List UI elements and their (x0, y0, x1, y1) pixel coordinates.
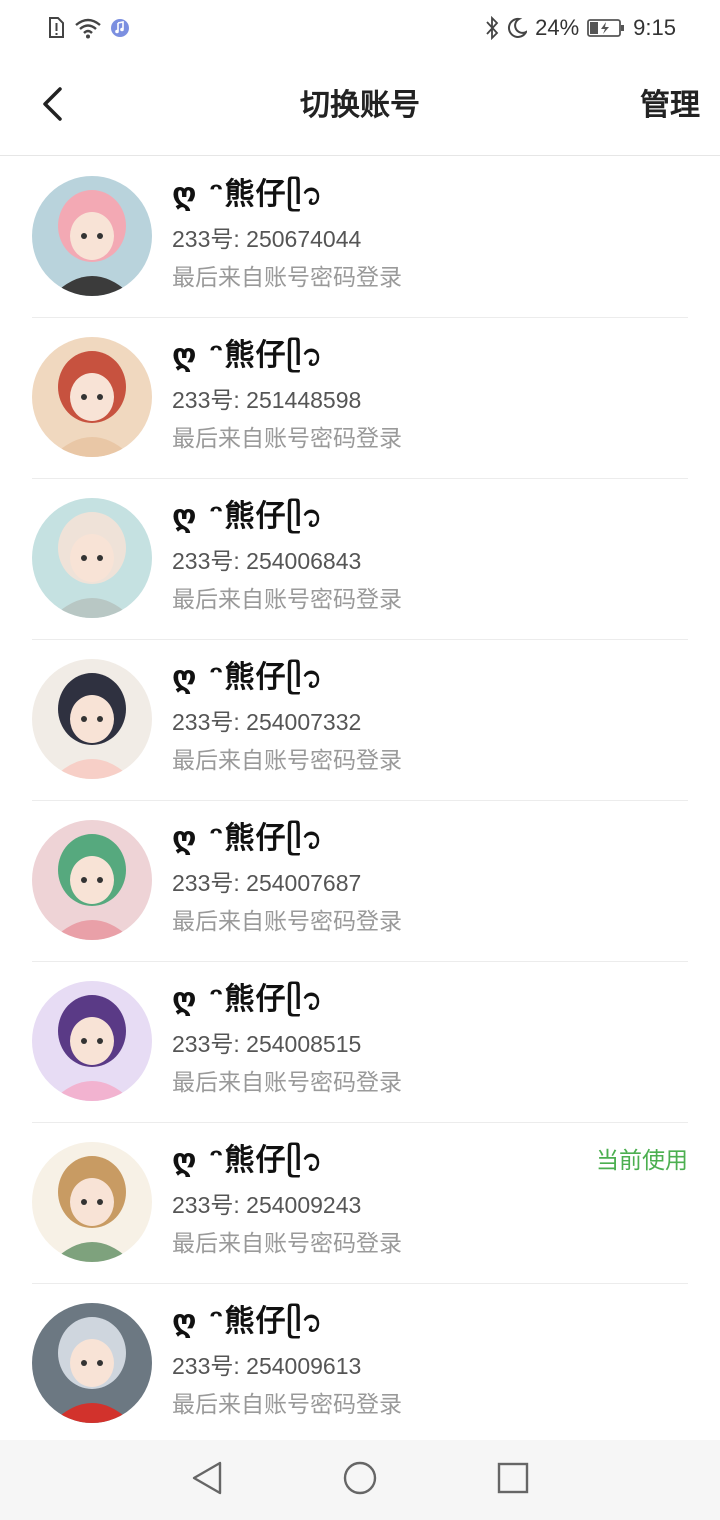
account-login-method: 最后来自账号密码登录 (172, 909, 402, 935)
account-id: 233号: 254006843 (172, 548, 362, 574)
account-login-method: 最后来自账号密码登录 (172, 426, 402, 452)
account-list: ღ ᵔ熊仔ᥫ᭡ 233号: 250674044 最后来自账号密码登录 ღ ᵔ熊仔ᥫ᭡ 2… (0, 157, 720, 1440)
battery-charging-icon (587, 18, 625, 38)
wifi-icon (74, 17, 102, 39)
account-id: 233号: 254007687 (172, 870, 362, 896)
account-login-method: 最后来自账号密码登录 (172, 1231, 402, 1257)
account-item[interactable]: ღ ᵔ熊仔ᥫ᭡ 233号: 254008515 最后来自账号密码登录 (32, 962, 688, 1123)
header: 切换账号 管理 (0, 56, 720, 156)
account-id: 233号: 254009613 (172, 1353, 362, 1379)
avatar (32, 498, 152, 618)
account-login-method: 最后来自账号密码登录 (172, 587, 402, 613)
account-item[interactable]: ღ ᵔ熊仔ᥫ᭡ 233号: 254007332 最后来自账号密码登录 (32, 640, 688, 801)
bluetooth-icon (485, 16, 499, 40)
nav-recents-icon (497, 1462, 529, 1498)
account-id: 233号: 254007332 (172, 709, 362, 735)
nav-recents-button[interactable] (483, 1450, 543, 1510)
account-login-method: 最后来自账号密码登录 (172, 748, 402, 774)
account-name: ღ ᵔ熊仔ᥫ᭡ (172, 821, 324, 856)
account-name: ღ ᵔ熊仔ᥫ᭡ (172, 1143, 324, 1178)
account-item[interactable]: ღ ᵔ熊仔ᥫ᭡ 233号: 250674044 最后来自账号密码登录 (32, 157, 688, 318)
account-item[interactable]: ღ ᵔ熊仔ᥫ᭡ 233号: 251448598 最后来自账号密码登录 (32, 318, 688, 479)
account-item[interactable]: ღ ᵔ熊仔ᥫ᭡ 233号: 254006843 最后来自账号密码登录 (32, 479, 688, 640)
nav-back-button[interactable] (177, 1450, 237, 1510)
account-name: ღ ᵔ熊仔ᥫ᭡ (172, 982, 324, 1017)
account-item[interactable]: ღ ᵔ熊仔ᥫ᭡ 233号: 254009243 最后来自账号密码登录 当前使用 (32, 1123, 688, 1284)
avatar (32, 820, 152, 940)
account-item[interactable]: ღ ᵔ熊仔ᥫ᭡ 233号: 254009613 最后来自账号密码登录 (32, 1284, 688, 1440)
avatar (32, 337, 152, 457)
account-name: ღ ᵔ熊仔ᥫ᭡ (172, 338, 324, 373)
account-login-method: 最后来自账号密码登录 (172, 1070, 402, 1096)
account-name: ღ ᵔ熊仔ᥫ᭡ (172, 177, 324, 212)
status-right: 24% 9:15 (485, 15, 676, 41)
sim-alert-icon (46, 17, 66, 39)
account-name: ღ ᵔ熊仔ᥫ᭡ (172, 499, 324, 534)
avatar (32, 1142, 152, 1262)
manage-button[interactable]: 管理 (640, 86, 700, 126)
navigation-bar (0, 1440, 720, 1520)
account-name: ღ ᵔ熊仔ᥫ᭡ (172, 660, 324, 695)
account-id: 233号: 250674044 (172, 226, 362, 252)
nav-home-icon (342, 1460, 378, 1500)
account-login-method: 最后来自账号密码登录 (172, 1392, 402, 1418)
status-bar: 24% 9:15 (0, 0, 720, 56)
page-title: 切换账号 (300, 88, 420, 123)
current-account-badge: 当前使用 (596, 1148, 688, 1174)
avatar (32, 1303, 152, 1423)
music-icon (110, 18, 130, 38)
account-login-method: 最后来自账号密码登录 (172, 265, 402, 291)
status-left (46, 17, 130, 39)
moon-icon (507, 17, 528, 39)
clock: 9:15 (633, 15, 676, 40)
avatar (32, 176, 152, 296)
account-name: ღ ᵔ熊仔ᥫ᭡ (172, 1304, 324, 1339)
account-id: 233号: 254009243 (172, 1192, 362, 1218)
account-item[interactable]: ღ ᵔ熊仔ᥫ᭡ 233号: 254007687 最后来自账号密码登录 (32, 801, 688, 962)
avatar (32, 981, 152, 1101)
avatar (32, 659, 152, 779)
battery-percent: 24% (535, 15, 580, 40)
account-id: 233号: 251448598 (172, 387, 362, 413)
account-id: 233号: 254008515 (172, 1031, 362, 1057)
nav-back-icon (190, 1460, 224, 1500)
nav-home-button[interactable] (330, 1450, 390, 1510)
